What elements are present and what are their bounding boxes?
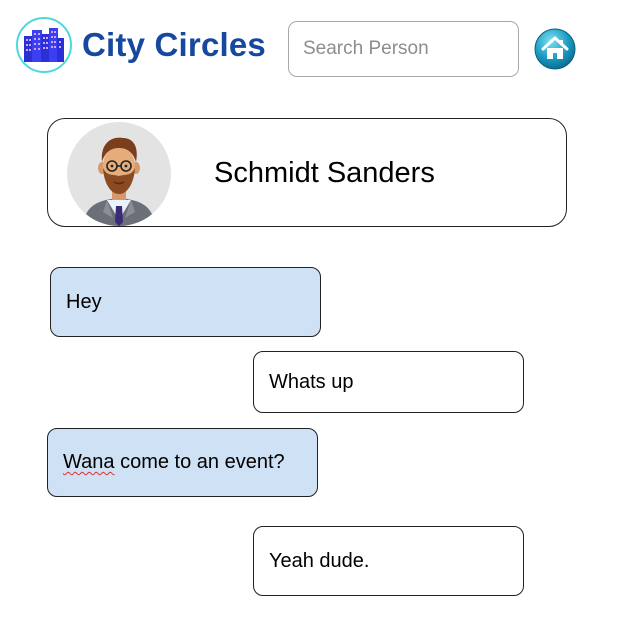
misspelled-word: Wana — [63, 451, 115, 473]
app-title: City Circles — [82, 26, 266, 63]
home-button[interactable] — [534, 28, 576, 70]
avatar — [67, 122, 171, 226]
message-text: Hey — [66, 290, 102, 313]
message-text: Whats up — [269, 370, 354, 393]
message-text: Yeah dude. — [269, 549, 370, 572]
message-sent: Yeah dude. — [253, 526, 524, 596]
message-received: Hey — [50, 267, 321, 337]
app-logo[interactable] — [16, 17, 72, 73]
home-icon — [534, 28, 576, 70]
bearded-man-avatar-icon — [83, 137, 155, 226]
profile-card[interactable]: Schmidt Sanders — [47, 118, 567, 227]
message-text: Wana come to an event? — [63, 451, 285, 474]
message-sent: Whats up — [253, 351, 524, 413]
message-text-rest: come to an event? — [114, 451, 285, 473]
message-received: Wana come to an event? — [47, 428, 318, 497]
profile-name: Schmidt Sanders — [214, 157, 435, 189]
search-input[interactable] — [288, 21, 519, 77]
city-buildings-icon — [24, 28, 64, 62]
